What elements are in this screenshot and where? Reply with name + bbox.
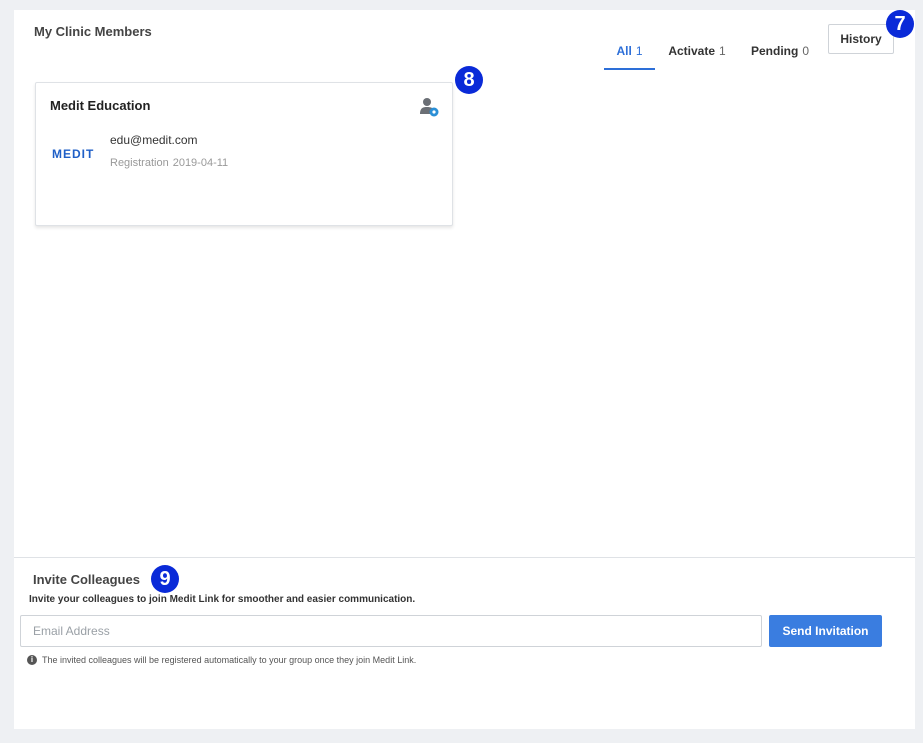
callout-badge-member-card: 8 bbox=[455, 66, 483, 94]
tab-all-label: All bbox=[616, 44, 632, 58]
member-name: Medit Education bbox=[50, 98, 151, 113]
medit-logo: MEDIT bbox=[52, 147, 95, 161]
tab-all[interactable]: All 1 bbox=[604, 34, 655, 70]
user-settings-icon[interactable] bbox=[419, 97, 439, 117]
tab-pending[interactable]: Pending 0 bbox=[750, 34, 810, 68]
invite-note-text: The invited colleagues will be registere… bbox=[42, 655, 417, 665]
invite-note: i The invited colleagues will be registe… bbox=[27, 655, 416, 665]
tab-all-count: 1 bbox=[635, 44, 643, 58]
tab-activate-count: 1 bbox=[719, 44, 726, 58]
members-section-title: My Clinic Members bbox=[34, 24, 152, 39]
invite-section-title: Invite Colleagues bbox=[33, 572, 140, 587]
registration-label: Registration bbox=[110, 157, 169, 169]
history-button[interactable]: History bbox=[828, 24, 894, 54]
callout-badge-invite: 9 bbox=[151, 565, 179, 593]
callout-badge-history: 7 bbox=[886, 10, 914, 38]
tab-activate[interactable]: Activate 1 bbox=[666, 34, 728, 68]
info-icon: i bbox=[27, 655, 37, 665]
member-registration: Registration 2019-04-11 bbox=[110, 157, 228, 169]
member-card[interactable]: Medit Education MEDIT edu@medit.com Regi… bbox=[35, 82, 453, 226]
tab-activate-label: Activate bbox=[668, 44, 715, 58]
email-input[interactable] bbox=[20, 615, 762, 647]
tab-pending-count: 0 bbox=[802, 44, 810, 58]
send-invitation-button[interactable]: Send Invitation bbox=[769, 615, 882, 647]
tab-pending-label: Pending bbox=[750, 44, 799, 58]
section-divider bbox=[14, 557, 915, 558]
registration-date: 2019-04-11 bbox=[172, 157, 229, 169]
invite-description: Invite your colleagues to join Medit Lin… bbox=[29, 594, 416, 605]
member-email: edu@medit.com bbox=[110, 133, 198, 147]
